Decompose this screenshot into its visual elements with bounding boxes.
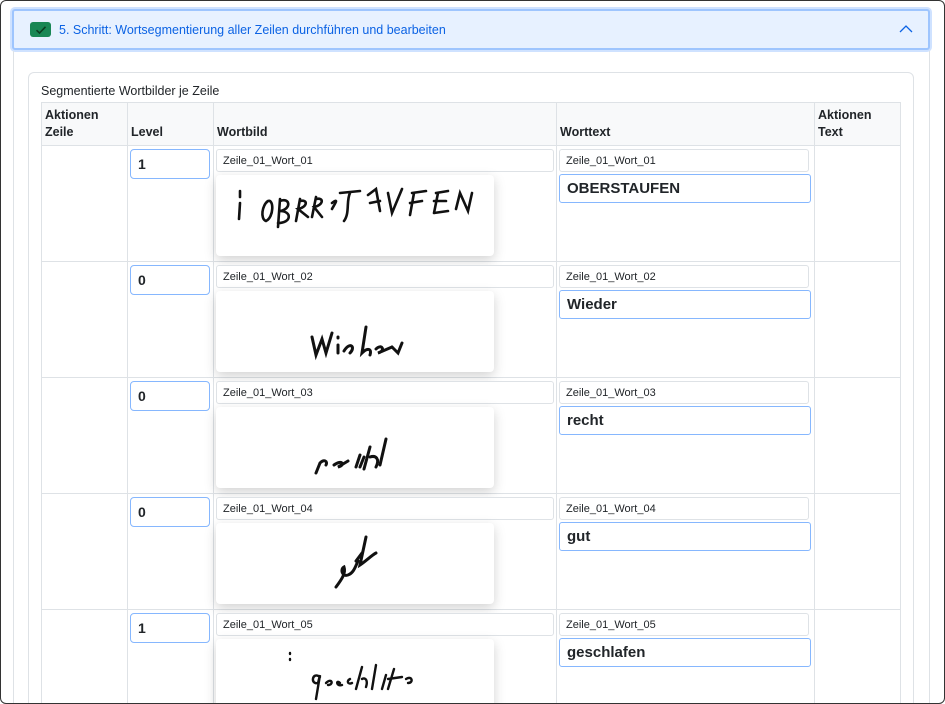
handwriting-image — [334, 535, 378, 589]
word-image-cell — [213, 377, 557, 494]
header-word-text: Worttext — [556, 102, 815, 146]
app-frame: 5. Schritt: Wortsegmentierung aller Zeil… — [0, 0, 945, 704]
word-image-cell — [213, 493, 557, 610]
check-icon — [30, 22, 51, 37]
word-image — [216, 639, 494, 703]
level-cell — [127, 493, 214, 610]
table-row — [41, 377, 901, 494]
text-actions-cell — [814, 609, 901, 703]
level-cell — [127, 145, 214, 262]
word-image-name-input[interactable] — [216, 381, 554, 404]
accordion-title: 5. Schritt: Wortsegmentierung aller Zeil… — [59, 23, 446, 37]
word-text-name-input[interactable] — [559, 497, 809, 520]
level-input[interactable] — [130, 381, 210, 411]
handwriting-image — [237, 186, 474, 229]
word-text-input[interactable] — [559, 406, 811, 435]
word-text-name-input[interactable] — [559, 613, 809, 636]
word-image-name-input[interactable] — [216, 613, 554, 636]
segmented-words-table: Aktionen Zeile Level Wortbild Worttext A… — [41, 102, 901, 703]
level-input[interactable] — [130, 497, 210, 527]
word-text-input[interactable] — [559, 522, 811, 551]
word-text-input[interactable] — [559, 290, 811, 319]
header-level: Level — [127, 102, 214, 146]
header-actions-line: Aktionen Zeile — [41, 102, 128, 146]
text-actions-cell — [814, 493, 901, 610]
table-row — [41, 145, 901, 262]
word-text-cell — [556, 609, 815, 703]
level-cell — [127, 261, 214, 378]
row-actions-cell — [41, 609, 128, 703]
word-image-cell — [213, 609, 557, 703]
word-image-name-input[interactable] — [216, 149, 554, 172]
word-image-name-input[interactable] — [216, 497, 554, 520]
word-image-name-input[interactable] — [216, 265, 554, 288]
word-text-name-input[interactable] — [559, 381, 809, 404]
row-actions-cell — [41, 493, 128, 610]
word-text-input[interactable] — [559, 174, 811, 203]
word-text-name-input[interactable] — [559, 265, 809, 288]
handwriting-image — [310, 325, 404, 361]
row-actions-cell — [41, 261, 128, 378]
word-image-cell — [213, 145, 557, 262]
word-image — [216, 407, 494, 488]
level-input[interactable] — [130, 613, 210, 643]
word-image — [216, 291, 494, 372]
handwriting-image — [314, 437, 388, 475]
level-input[interactable] — [130, 265, 210, 295]
word-text-input[interactable] — [559, 638, 811, 667]
word-text-cell — [556, 493, 815, 610]
word-text-cell — [556, 261, 815, 378]
word-text-cell — [556, 377, 815, 494]
word-image — [216, 175, 494, 256]
word-image — [216, 523, 494, 604]
header-actions-line-label-1: Aktionen — [45, 108, 99, 122]
text-actions-cell — [814, 377, 901, 494]
text-actions-cell — [814, 261, 901, 378]
word-text-cell — [556, 145, 815, 262]
header-actions-line-label-2: Zeile — [45, 125, 74, 139]
header-word-image: Wortbild — [213, 102, 557, 146]
level-cell — [127, 377, 214, 494]
table-row — [41, 609, 901, 703]
level-input[interactable] — [130, 149, 210, 179]
card-title: Segmentierte Wortbilder je Zeile — [41, 84, 220, 98]
chevron-up-icon[interactable] — [898, 23, 914, 35]
handwriting-image — [288, 651, 413, 701]
row-actions-cell — [41, 145, 128, 262]
row-actions-cell — [41, 377, 128, 494]
accordion-header-step-5[interactable]: 5. Schritt: Wortsegmentierung aller Zeil… — [12, 9, 930, 50]
header-actions-text: Aktionen Text — [814, 102, 901, 146]
level-cell — [127, 609, 214, 703]
table-row — [41, 261, 901, 378]
text-actions-cell — [814, 145, 901, 262]
table-row — [41, 493, 901, 610]
word-text-name-input[interactable] — [559, 149, 809, 172]
word-image-cell — [213, 261, 557, 378]
